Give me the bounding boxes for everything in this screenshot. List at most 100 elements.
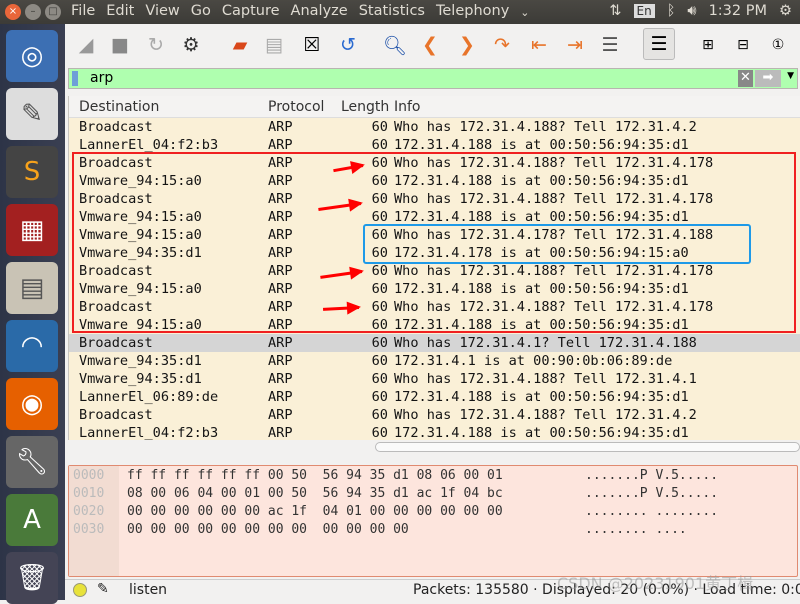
go-back-icon[interactable]: ❮ bbox=[417, 32, 443, 58]
packet-row[interactable]: Broadcast ARP 60 Who has 172.31.4.188? Tell… bbox=[69, 118, 800, 136]
packet-row[interactable]: Broadcast ARP 60 Who has 172.31.4.1? Tell 1… bbox=[69, 334, 800, 352]
go-forward-icon[interactable]: ❯ bbox=[454, 32, 480, 58]
close-window-button[interactable]: × bbox=[5, 4, 21, 20]
close-file-icon[interactable]: ☒ bbox=[299, 32, 325, 58]
ascii-bytes: .......P V.5..... bbox=[585, 468, 719, 483]
expert-info-status-icon[interactable] bbox=[73, 583, 87, 597]
capture-comment-icon[interactable]: ✎ bbox=[97, 581, 109, 597]
filter-input[interactable]: arp bbox=[90, 70, 113, 86]
packet-list-header: Destination Protocol Length Info bbox=[69, 96, 800, 118]
maximize-button[interactable]: □ bbox=[45, 4, 61, 20]
info-cell: Who has 172.31.4.1? Tell 172.31.4.188 bbox=[394, 335, 697, 351]
length-cell: 60 bbox=[371, 407, 388, 423]
info-cell: Who has 172.31.4.188? Tell 172.31.4.2 bbox=[394, 119, 697, 135]
save-file-icon[interactable]: ▤ bbox=[261, 32, 287, 58]
protocol-cell: ARP bbox=[268, 335, 293, 351]
start-capture-fin-icon[interactable]: ◢ bbox=[73, 32, 99, 58]
packet-row[interactable]: Vmware_94:35:d1 ARP 60 Who has 172.31.4.188… bbox=[69, 370, 800, 388]
system-settings-icon[interactable]: 🔧︎ bbox=[6, 436, 58, 488]
menu-capture[interactable]: Capture bbox=[222, 3, 280, 19]
first-packet-icon[interactable]: ⇤ bbox=[526, 32, 552, 58]
menu-overflow-chevron-icon[interactable]: ⌄ bbox=[520, 6, 529, 19]
capture-options-gear-icon[interactable]: ⚙ bbox=[178, 32, 204, 58]
volume-icon[interactable]: 🔊︎ bbox=[687, 3, 696, 19]
autoscroll-icon[interactable]: ☰ bbox=[597, 32, 623, 58]
system-monitor-icon[interactable]: ▦ bbox=[6, 204, 58, 256]
packet-row[interactable]: LannerEl_04:f2:b3 ARP 60 172.31.4.188 is at… bbox=[69, 424, 800, 440]
trash-icon[interactable]: 🗑︎ bbox=[6, 552, 58, 604]
filter-history-dropdown-icon[interactable]: ▼ bbox=[787, 71, 794, 81]
menu-analyze[interactable]: Analyze bbox=[291, 3, 348, 19]
sublime-text-icon[interactable]: S bbox=[6, 146, 58, 198]
byte-offset: 0030 bbox=[73, 522, 105, 537]
column-length[interactable]: Length bbox=[341, 99, 389, 115]
wireshark-icon[interactable]: ◠ bbox=[6, 320, 58, 372]
reload-file-icon[interactable]: ↺ bbox=[335, 32, 361, 58]
destination-cell: Vmware_94:35:d1 bbox=[79, 371, 202, 387]
column-destination[interactable]: Destination bbox=[79, 99, 159, 115]
zoom-in-icon[interactable]: ⊞ bbox=[695, 32, 721, 58]
display-filter-bar[interactable]: arp ✕ ➡ ▼ bbox=[68, 68, 798, 89]
keyboard-lang-indicator[interactable]: En bbox=[633, 4, 655, 18]
column-info[interactable]: Info bbox=[394, 99, 421, 115]
menu-telephony[interactable]: Telephony bbox=[436, 3, 509, 19]
ascii-bytes: ........ .... bbox=[585, 522, 687, 537]
scrollbar-thumb[interactable] bbox=[375, 442, 800, 452]
menu-file[interactable]: File bbox=[71, 3, 95, 19]
byte-offset: 0000 bbox=[73, 468, 105, 483]
length-cell: 60 bbox=[371, 119, 388, 135]
protocol-cell: ARP bbox=[268, 353, 293, 369]
byte-offset: 0020 bbox=[73, 504, 105, 519]
network-icon[interactable]: ⇅ bbox=[609, 3, 621, 19]
hex-bytes: 00 00 00 00 00 00 ac 1f 04 01 00 00 00 0… bbox=[127, 504, 503, 519]
clock[interactable]: 1:32 PM bbox=[709, 3, 767, 19]
profile-label[interactable]: listen bbox=[129, 582, 167, 598]
minimize-button[interactable]: – bbox=[25, 4, 41, 20]
find-packet-search-icon[interactable]: 🔍︎ bbox=[382, 32, 408, 58]
menu-statistics[interactable]: Statistics bbox=[359, 3, 425, 19]
normal-size-icon[interactable]: ① bbox=[765, 32, 791, 58]
dash-ubuntu-icon[interactable]: ◎ bbox=[6, 30, 58, 82]
zoom-out-icon[interactable]: ⊟ bbox=[730, 32, 756, 58]
hex-bytes: 00 00 00 00 00 00 00 00 00 00 00 00 bbox=[127, 522, 409, 537]
menu-bar: File Edit View Go Capture Analyze Statis… bbox=[71, 3, 530, 19]
packet-bytes-pane: 0000 ff ff ff ff ff ff 00 50 56 94 35 d1 … bbox=[68, 465, 798, 577]
destination-cell: Broadcast bbox=[79, 407, 153, 423]
hex-bytes: ff ff ff ff ff ff 00 50 56 94 35 d1 08 0… bbox=[127, 468, 503, 483]
system-tray: ⇅ En ᛒ 🔊︎ 1:32 PM ⚙ bbox=[609, 3, 792, 19]
length-cell: 60 bbox=[371, 425, 388, 440]
open-file-icon[interactable]: ▰ bbox=[227, 32, 253, 58]
protocol-cell: ARP bbox=[268, 407, 293, 423]
protocol-cell: ARP bbox=[268, 119, 293, 135]
stop-capture-icon[interactable]: ■ bbox=[107, 32, 133, 58]
info-cell: Who has 172.31.4.188? Tell 172.31.4.2 bbox=[394, 407, 697, 423]
go-to-packet-icon[interactable]: ↷ bbox=[489, 32, 515, 58]
length-cell: 60 bbox=[371, 353, 388, 369]
menu-go[interactable]: Go bbox=[191, 3, 211, 19]
menu-view[interactable]: View bbox=[145, 3, 179, 19]
power-gear-icon[interactable]: ⚙ bbox=[779, 3, 792, 19]
bluetooth-icon[interactable]: ᛒ bbox=[667, 3, 676, 19]
colorize-toggle-icon[interactable]: ☰ bbox=[643, 28, 675, 60]
horizontal-scrollbar[interactable] bbox=[68, 440, 800, 454]
launcher: ◎ ✎ S ▦ ▤ ◠ ◉ 🔧︎ A 🗑︎ bbox=[0, 24, 65, 604]
software-updater-icon[interactable]: A bbox=[6, 494, 58, 546]
protocol-cell: ARP bbox=[268, 389, 293, 405]
last-packet-icon[interactable]: ⇥ bbox=[562, 32, 588, 58]
packet-row[interactable]: LannerEl_06:89:de ARP 60 172.31.4.188 is at… bbox=[69, 388, 800, 406]
restart-capture-icon[interactable]: ↻ bbox=[143, 32, 169, 58]
byte-offset: 0010 bbox=[73, 486, 105, 501]
file-cabinet-icon[interactable]: ▤ bbox=[6, 262, 58, 314]
apply-filter-arrow-icon[interactable]: ➡ bbox=[755, 70, 781, 87]
firefox-icon[interactable]: ◉ bbox=[6, 378, 58, 430]
packet-row[interactable]: Vmware_94:35:d1 ARP 60 172.31.4.1 is at 00:… bbox=[69, 352, 800, 370]
text-editor-icon[interactable]: ✎ bbox=[6, 88, 58, 140]
length-cell: 60 bbox=[371, 389, 388, 405]
destination-cell: Broadcast bbox=[79, 119, 153, 135]
length-cell: 60 bbox=[371, 335, 388, 351]
menu-edit[interactable]: Edit bbox=[106, 3, 134, 19]
packet-row[interactable]: Broadcast ARP 60 Who has 172.31.4.188? Tell… bbox=[69, 406, 800, 424]
clear-filter-icon[interactable]: ✕ bbox=[738, 70, 753, 87]
column-protocol[interactable]: Protocol bbox=[268, 99, 324, 115]
bookmark-icon[interactable] bbox=[72, 71, 78, 86]
